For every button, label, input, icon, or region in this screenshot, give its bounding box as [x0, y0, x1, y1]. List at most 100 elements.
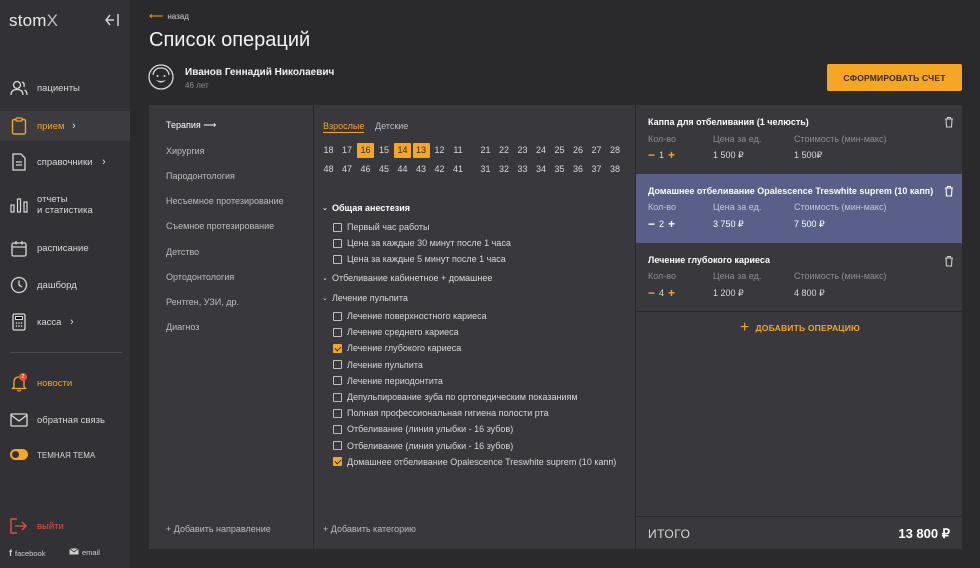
tab-adults[interactable]: Взрослые	[323, 121, 365, 133]
sidebar-item-cashbox[interactable]: касса ›	[0, 307, 130, 337]
tooth-16[interactable]: 16	[357, 143, 374, 158]
sidebar-item-dashboard[interactable]: дашборд	[0, 270, 130, 300]
checkbox[interactable]	[333, 424, 342, 434]
collapse-sidebar-icon[interactable]	[104, 12, 120, 28]
tooth-25[interactable]: 25	[551, 143, 568, 158]
tooth-27[interactable]: 27	[588, 143, 605, 158]
direction-item[interactable]: Пародонтология	[166, 171, 235, 181]
operation-checkbox-row[interactable]: Депульпирование зуба по ортопедическим п…	[333, 392, 578, 402]
tooth-42[interactable]: 42	[431, 162, 448, 177]
tooth-47[interactable]: 47	[339, 162, 356, 177]
tooth-12[interactable]: 12	[431, 143, 448, 158]
checkbox[interactable]	[333, 360, 342, 370]
tooth-35[interactable]: 35	[551, 162, 568, 177]
operation-checkbox-row[interactable]: Лечение периодонтита	[333, 376, 443, 386]
minus-icon[interactable]: −	[648, 149, 655, 161]
email-link[interactable]: email	[69, 548, 100, 557]
checkbox[interactable]	[333, 343, 342, 353]
direction-item[interactable]: Детство	[166, 247, 199, 257]
tooth-23[interactable]: 23	[514, 143, 531, 158]
checkbox[interactable]	[333, 254, 342, 264]
add-operation-button[interactable]: + ДОБАВИТЬ ОПЕРАЦИЮ	[740, 320, 860, 336]
sidebar-item-feedback[interactable]: обратная связь	[0, 405, 130, 435]
category-pulpitis[interactable]: ⌄ Лечение пульпита	[322, 293, 408, 303]
operation-checkbox-row[interactable]: Домашнее отбеливание Opalescence Treswhi…	[333, 457, 616, 467]
tooth-21[interactable]: 21	[477, 143, 494, 158]
operation-checkbox-row[interactable]: Отбеливание (линия улыбки - 16 зубов)	[333, 441, 513, 451]
back-link[interactable]: ⟵ назад	[149, 11, 189, 22]
operation-checkbox-row[interactable]: Цена за каждые 30 минут после 1 часа	[333, 238, 511, 248]
trash-icon[interactable]	[944, 255, 954, 267]
trash-icon[interactable]	[944, 185, 954, 197]
tooth-48[interactable]: 48	[320, 162, 337, 177]
checkbox[interactable]	[333, 408, 342, 418]
direction-item[interactable]: Ортодонтология	[166, 272, 234, 282]
checkbox[interactable]	[333, 238, 342, 248]
minus-icon[interactable]: −	[648, 287, 655, 299]
tooth-11[interactable]: 11	[450, 143, 467, 158]
direction-item[interactable]: Рентген, УЗИ, др.	[166, 297, 239, 307]
tooth-15[interactable]: 15	[376, 143, 393, 158]
sidebar-item-reports[interactable]: отчеты и статистика	[0, 190, 130, 220]
tooth-38[interactable]: 38	[607, 162, 624, 177]
operation-checkbox-row[interactable]: Лечение глубокого кариеса	[333, 343, 461, 353]
plus-icon[interactable]: +	[668, 218, 675, 230]
tooth-31[interactable]: 31	[477, 162, 494, 177]
checkbox[interactable]	[333, 392, 342, 402]
operation-checkbox-row[interactable]: Отбеливание (линия улыбки - 16 зубов)	[333, 424, 513, 434]
operation-checkbox-row[interactable]: Лечение поверхностного кариеса	[333, 311, 487, 321]
sidebar-item-references[interactable]: справочники ›	[0, 147, 130, 177]
minus-icon[interactable]: −	[648, 218, 655, 230]
dark-theme-toggle[interactable]	[10, 449, 28, 460]
tooth-36[interactable]: 36	[570, 162, 587, 177]
tooth-46[interactable]: 46	[357, 162, 374, 177]
direction-item[interactable]: Диагноз	[166, 322, 199, 332]
tooth-33[interactable]: 33	[514, 162, 531, 177]
operation-checkbox-row[interactable]: Лечение среднего кариеса	[333, 327, 459, 337]
trash-icon[interactable]	[944, 116, 954, 128]
sidebar-item-schedule[interactable]: расписание	[0, 233, 130, 263]
add-direction-button[interactable]: + Добавить направление	[166, 524, 271, 534]
direction-item[interactable]: Хирургия	[166, 146, 205, 156]
plus-icon[interactable]: +	[668, 149, 675, 161]
checkbox[interactable]	[333, 222, 342, 232]
logo[interactable]: stomX	[9, 11, 58, 31]
sidebar-item-patients[interactable]: пациенты	[0, 73, 130, 103]
sidebar-item-reception[interactable]: прием ›	[0, 111, 130, 141]
add-category-button[interactable]: + Добавить категорию	[323, 524, 416, 534]
tooth-13[interactable]: 13	[412, 143, 430, 158]
operation-checkbox-row[interactable]: Первый час работы	[333, 222, 430, 232]
tooth-41[interactable]: 41	[450, 162, 467, 177]
checkbox[interactable]	[333, 327, 342, 337]
tab-children[interactable]: Детские	[375, 121, 408, 131]
tooth-18[interactable]: 18	[320, 143, 337, 158]
checkbox[interactable]	[333, 311, 342, 321]
category-whitening[interactable]: ⌄ Отбеливание кабинетное + домашнее	[322, 273, 492, 283]
sidebar-item-news[interactable]: новости	[0, 368, 130, 398]
checkbox[interactable]	[333, 441, 342, 451]
category-anesthesia[interactable]: ⌄ Общая анестезия	[322, 203, 410, 213]
sidebar-item-logout[interactable]: выйти	[0, 511, 130, 541]
tooth-28[interactable]: 28	[607, 143, 624, 158]
tooth-14[interactable]: 14	[394, 143, 411, 158]
tooth-37[interactable]: 37	[588, 162, 605, 177]
tooth-32[interactable]: 32	[496, 162, 513, 177]
create-invoice-button[interactable]: СФОРМИРОВАТЬ СЧЕТ	[827, 64, 962, 91]
tooth-45[interactable]: 45	[376, 162, 393, 177]
tooth-22[interactable]: 22	[496, 143, 513, 158]
tooth-43[interactable]: 43	[413, 162, 430, 177]
checkbox[interactable]	[333, 457, 342, 467]
tooth-34[interactable]: 34	[533, 162, 550, 177]
tooth-17[interactable]: 17	[339, 143, 356, 158]
operation-checkbox-row[interactable]: Цена за каждые 5 минут после 1 часа	[333, 254, 506, 264]
tooth-24[interactable]: 24	[533, 143, 550, 158]
operation-checkbox-row[interactable]: Лечение пульпита	[333, 360, 423, 370]
facebook-link[interactable]: f facebook	[9, 548, 45, 558]
direction-item[interactable]: Несъемное протезирование	[166, 196, 284, 206]
plus-icon[interactable]: +	[668, 287, 675, 299]
tooth-44[interactable]: 44	[394, 162, 411, 177]
checkbox[interactable]	[333, 376, 342, 386]
direction-item[interactable]: Терапия ⟶	[166, 120, 216, 131]
operation-checkbox-row[interactable]: Полная профессиональная гигиена полости …	[333, 408, 549, 418]
direction-item[interactable]: Съемное протезирование	[166, 221, 274, 231]
